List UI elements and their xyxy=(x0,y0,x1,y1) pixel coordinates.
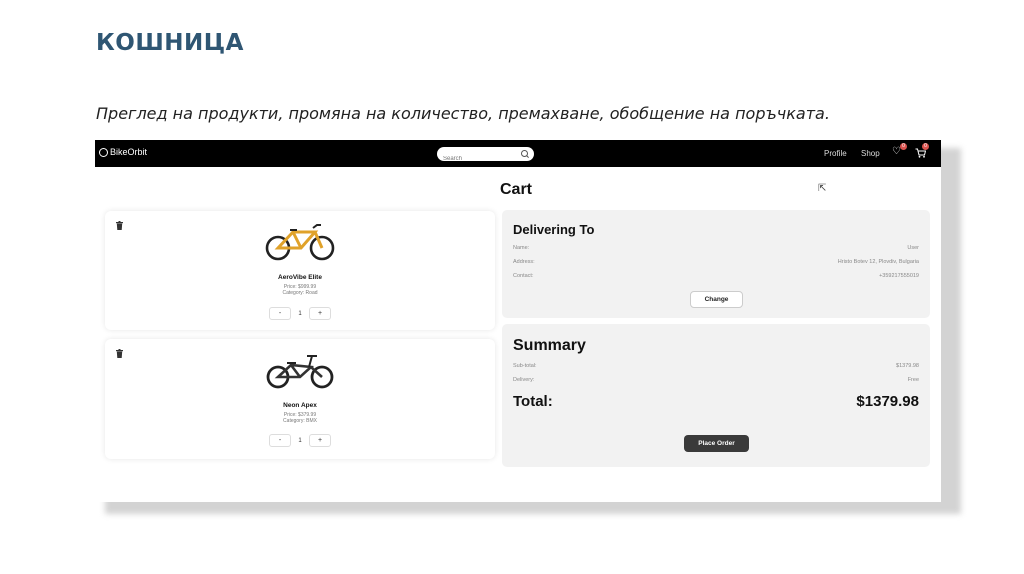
delivery-contact-row: Contact: +359217555019 xyxy=(513,273,919,279)
row-value: User xyxy=(907,245,919,251)
product-category: Category: Road xyxy=(282,290,318,296)
nav-link-profile[interactable]: Profile xyxy=(824,149,847,158)
subtotal-row: Sub-total: $1379.98 xyxy=(513,363,919,369)
row-value: +359217555019 xyxy=(879,273,919,279)
row-label: Contact: xyxy=(513,273,534,279)
trash-icon[interactable] xyxy=(116,221,123,230)
increase-qty-button[interactable]: + xyxy=(309,434,331,447)
row-value: $1379.98 xyxy=(896,363,919,369)
search-box xyxy=(437,147,534,166)
slide-title: КОШНИЦА xyxy=(96,30,244,56)
delivery-cost-row: Delivery: Free xyxy=(513,377,919,383)
product-category: Category: BMX xyxy=(283,418,317,424)
product-name: Neon Apex xyxy=(283,402,317,409)
app-screenshot: BikeOrbit Profile Shop ♡ 0 0 Cart ⇱ Aero… xyxy=(95,140,941,502)
product-name: AeroVibe Elite xyxy=(278,274,322,281)
slide-subtitle: Преглед на продукти, промяна на количест… xyxy=(96,104,830,123)
row-label: Sub-total: xyxy=(513,363,537,369)
search-input[interactable] xyxy=(437,152,519,166)
bmx-bike-image xyxy=(266,355,334,389)
increase-qty-button[interactable]: + xyxy=(309,307,331,320)
search-icon[interactable] xyxy=(521,150,528,157)
row-value: Hristo Botev 12, Plovdiv, Bulgaria xyxy=(837,259,919,265)
wishlist-badge: 0 xyxy=(900,143,907,150)
total-row: Total: $1379.98 xyxy=(513,393,919,410)
change-button[interactable]: Change xyxy=(690,291,743,308)
delivery-panel: Delivering To Name: User Address: Hristo… xyxy=(502,210,930,318)
delivery-name-row: Name: User xyxy=(513,245,919,251)
total-value: $1379.98 xyxy=(856,393,919,410)
page-title: Cart xyxy=(500,181,533,198)
row-label: Address: xyxy=(513,259,535,265)
place-order-button[interactable]: Place Order xyxy=(684,435,749,452)
summary-title: Summary xyxy=(513,337,586,354)
decrease-qty-button[interactable]: - xyxy=(269,434,291,447)
decrease-qty-button[interactable]: - xyxy=(269,307,291,320)
row-value: Free xyxy=(907,377,919,383)
mouse-pointer-icon: ⇱ xyxy=(818,183,827,194)
quantity-stepper: - 1 + xyxy=(269,434,331,447)
row-label: Delivery: xyxy=(513,377,535,383)
navbar: BikeOrbit Profile Shop ♡ 0 0 xyxy=(95,140,941,167)
logo-icon xyxy=(99,147,108,157)
total-label: Total: xyxy=(513,393,553,410)
quantity-value: 1 xyxy=(298,437,302,444)
heart-icon[interactable]: ♡ xyxy=(892,147,901,157)
cart-item-card: Neon Apex Price: $379.99 Category: BMX -… xyxy=(105,339,495,459)
nav-link-shop[interactable]: Shop xyxy=(861,149,880,158)
logo-text: BikeOrbit xyxy=(110,147,148,157)
row-label: Name: xyxy=(513,245,530,251)
delivery-address-row: Address: Hristo Botev 12, Plovdiv, Bulga… xyxy=(513,259,919,265)
quantity-stepper: - 1 + xyxy=(269,307,331,320)
road-bike-image xyxy=(265,224,335,261)
cart-badge: 0 xyxy=(922,143,929,150)
delivery-title: Delivering To xyxy=(513,222,595,237)
trash-icon[interactable] xyxy=(116,349,123,358)
summary-panel: Summary Sub-total: $1379.98 Delivery: Fr… xyxy=(502,324,930,467)
cart-item-card: AeroVibe Elite Price: $999.99 Category: … xyxy=(105,211,495,330)
logo[interactable]: BikeOrbit xyxy=(99,147,147,157)
quantity-value: 1 xyxy=(298,310,302,317)
